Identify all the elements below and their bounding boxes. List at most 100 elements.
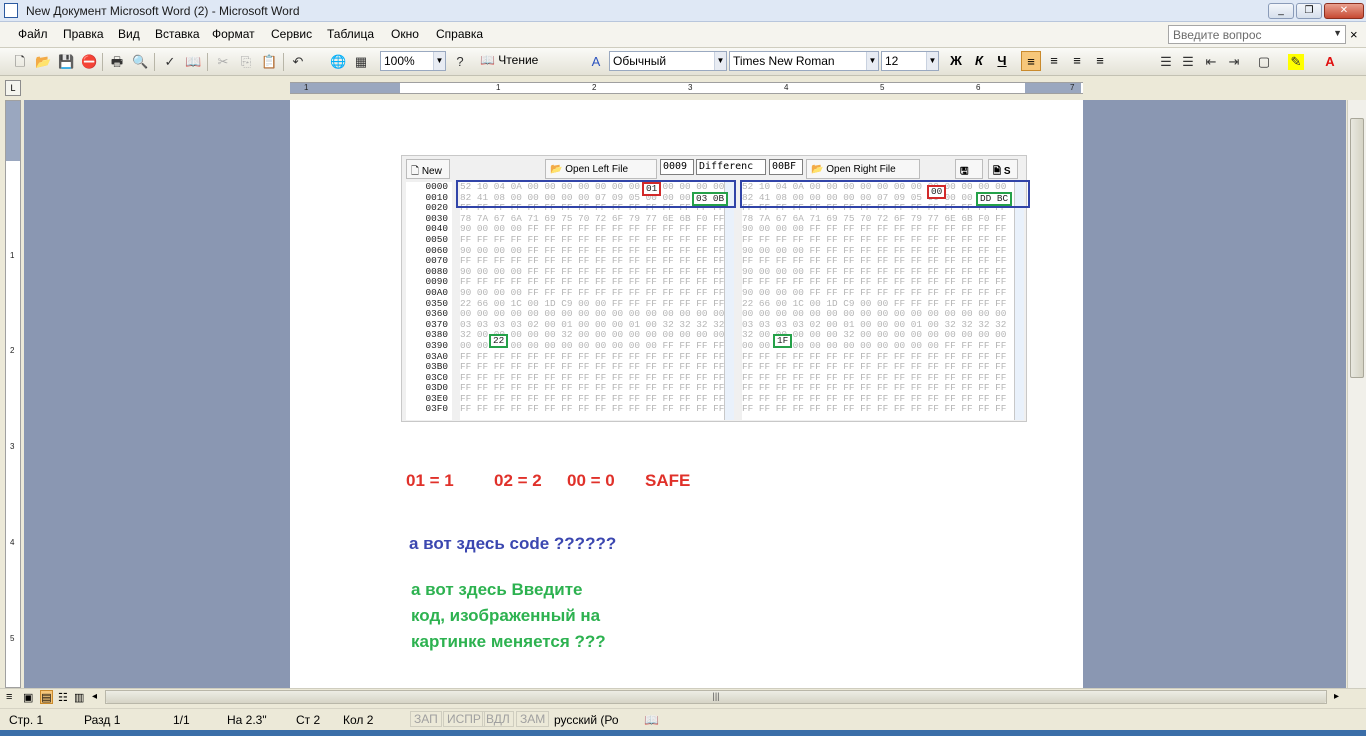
menu-edit[interactable]: Правка xyxy=(63,27,104,41)
tab-selector[interactable]: L xyxy=(5,80,21,96)
print-preview-icon[interactable]: 🔍 xyxy=(132,54,148,70)
menu-window[interactable]: Окно xyxy=(391,27,419,41)
status-track-changes[interactable]: ИСПР xyxy=(443,711,485,727)
numbering-icon[interactable]: ☰ xyxy=(1158,54,1174,70)
status-record[interactable]: ЗАП xyxy=(410,711,442,727)
menu-table[interactable]: Таблица xyxy=(327,27,374,41)
horizontal-scroll-thumb[interactable]: ||| xyxy=(106,691,1326,703)
right-offset-field: 00BF xyxy=(769,159,803,175)
left-hex-pane: 52 10 04 0A 00 00 00 00 00 00 00 00 00 0… xyxy=(460,182,732,420)
hex-compare-screenshot: 🗋 New 📂 Open Left File 0009 Differenc 00… xyxy=(401,155,1030,422)
left_lines-line: FF FF FF FF FF FF FF FF FF FF FF FF FF F… xyxy=(460,233,725,245)
menu-file[interactable]: Файл xyxy=(18,27,48,41)
left-changed-byte: 01 xyxy=(642,182,662,196)
chevron-down-icon: ▼ xyxy=(433,52,445,70)
align-left-button[interactable]: ≡ xyxy=(1021,51,1041,71)
right-changed-byte-1f: 1F xyxy=(773,334,793,348)
undo-icon[interactable]: ↶ xyxy=(290,54,306,70)
font-color-icon[interactable]: A xyxy=(1322,54,1338,70)
italic-button[interactable]: К xyxy=(969,51,989,71)
normal-view-icon[interactable]: ≡ xyxy=(6,691,12,703)
cut-icon[interactable]: ✂ xyxy=(215,54,231,70)
horizontal-scrollbar[interactable]: ||| xyxy=(105,690,1327,704)
ruler-number: 2 xyxy=(10,346,15,355)
horizontal-ruler[interactable]: 1 1 2 3 4 5 6 7 xyxy=(290,82,1083,94)
minimize-button[interactable]: _ xyxy=(1268,3,1294,19)
style-select[interactable]: Обычный ▼ xyxy=(609,51,727,71)
menu-view[interactable]: Вид xyxy=(118,27,140,41)
font-size-value: 12 xyxy=(885,54,899,68)
ruler-number: 3 xyxy=(688,83,693,92)
ruler-number: 6 xyxy=(976,83,981,92)
status-overtype[interactable]: ЗАМ xyxy=(516,711,550,727)
read-mode-button[interactable]: 📖 Чтение xyxy=(480,53,538,67)
font-select[interactable]: Times New Roman ▼ xyxy=(729,51,879,71)
left_lines-line: 90 00 00 00 FF FF FF FF FF FF FF FF FF F… xyxy=(460,286,725,298)
open-left-file-button: 📂 Open Left File xyxy=(545,159,657,179)
align-center-button[interactable]: ≡ xyxy=(1044,51,1064,71)
right-changed-byte: 00 xyxy=(927,185,947,199)
reading-view-icon[interactable]: ▥ xyxy=(74,691,84,704)
address-column: 0000 0010 0020 0030 0040 0050 0060 0070 0080 0090… xyxy=(406,181,452,420)
research-icon[interactable]: 📖 xyxy=(185,54,201,70)
styles-icon[interactable]: A xyxy=(588,54,604,70)
hyperlink-icon[interactable]: 🌐 xyxy=(330,54,346,70)
ruler-margin-top xyxy=(6,101,20,161)
spelling-status-icon[interactable]: 📖 xyxy=(644,713,659,727)
status-page-count: 1/1 xyxy=(173,713,190,727)
spelling-icon[interactable]: ✓ xyxy=(162,54,178,70)
close-document-icon[interactable]: × xyxy=(1350,27,1358,42)
new-label: New xyxy=(421,166,442,177)
status-bar: Стр. 1 Разд 1 1/1 На 2.3" Ст 2 Кол 2 ЗАП… xyxy=(0,708,1366,730)
permission-icon[interactable]: ⛔ xyxy=(81,54,97,70)
copy-icon[interactable]: ⎘ xyxy=(238,54,254,70)
print-layout-icon[interactable]: ▤ xyxy=(40,690,53,704)
h-button: 🖫 H xyxy=(955,159,983,192)
note-value-2: 02 = 2 xyxy=(494,471,542,490)
bold-button[interactable]: Ж xyxy=(946,51,966,71)
word-icon xyxy=(4,3,18,18)
borders-icon[interactable]: ▢ xyxy=(1256,54,1272,70)
underline-button[interactable]: Ч xyxy=(992,51,1012,71)
offset-field: 0009 xyxy=(660,159,694,175)
scroll-left-icon[interactable]: ◂ xyxy=(92,691,97,702)
left_lines-line: FF FF FF FF FF FF FF FF FF FF FF FF FF F… xyxy=(460,403,725,415)
help-icon[interactable]: ? xyxy=(452,54,468,70)
note-code-question: а вот здесь code ?????? xyxy=(409,534,617,553)
open-folder-icon[interactable]: 📂 xyxy=(35,54,51,70)
vertical-scrollbar[interactable] xyxy=(1347,100,1366,688)
open-right-label: Open Right File xyxy=(826,164,896,175)
decrease-indent-icon[interactable]: ⇤ xyxy=(1203,54,1219,70)
print-icon[interactable]: 🖶 xyxy=(109,54,125,70)
right_lines-line: FF FF FF FF FF FF FF FF FF FF FF FF FF F… xyxy=(742,403,1007,415)
menu-format[interactable]: Формат xyxy=(212,27,255,41)
scroll-right-icon[interactable]: ▸ xyxy=(1334,691,1339,702)
menu-insert[interactable]: Вставка xyxy=(155,27,200,41)
vertical-ruler[interactable]: 1 2 3 4 5 xyxy=(5,100,21,688)
paste-icon[interactable]: 📋 xyxy=(261,54,277,70)
menu-help[interactable]: Справка xyxy=(436,27,483,41)
status-line: Ст 2 xyxy=(296,713,321,727)
zoom-select[interactable]: 100% ▼ xyxy=(380,51,446,71)
justify-button[interactable]: ≡ xyxy=(1090,51,1110,71)
addresses-line: 03F0 xyxy=(425,403,448,415)
outline-view-icon[interactable]: ☷ xyxy=(58,691,68,704)
web-view-icon[interactable]: ▣ xyxy=(23,691,33,704)
new-document-icon[interactable]: 🗋 xyxy=(12,54,28,70)
status-extend[interactable]: ВДЛ xyxy=(482,711,514,727)
highlight-icon[interactable]: ✎ xyxy=(1288,54,1304,70)
help-search-input[interactable]: Введите вопрос ▼ xyxy=(1168,25,1346,44)
increase-indent-icon[interactable]: ⇥ xyxy=(1226,54,1242,70)
menu-tools[interactable]: Сервис xyxy=(271,27,312,41)
insert-table-icon[interactable]: ▦ xyxy=(353,54,369,70)
bullets-icon[interactable]: ☰ xyxy=(1180,54,1196,70)
chevron-down-icon: ▼ xyxy=(1333,28,1342,38)
font-value: Times New Roman xyxy=(733,54,835,68)
restore-button[interactable]: ❐ xyxy=(1296,3,1322,19)
save-icon[interactable]: 💾 xyxy=(58,54,74,70)
font-size-select[interactable]: 12 ▼ xyxy=(881,51,939,71)
align-right-button[interactable]: ≡ xyxy=(1067,51,1087,71)
vertical-scroll-thumb[interactable] xyxy=(1350,118,1364,378)
close-button[interactable]: ✕ xyxy=(1324,3,1364,19)
note-safe: SAFE xyxy=(645,471,691,490)
